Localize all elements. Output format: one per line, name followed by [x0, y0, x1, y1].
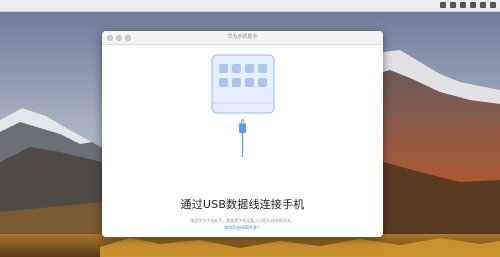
status-icon[interactable] [450, 2, 456, 8]
status-icon[interactable] [470, 2, 476, 8]
hdb-help-link[interactable]: 如何开启HDB开关？ [102, 225, 383, 230]
window-titlebar[interactable]: 华为手机助手 [102, 31, 383, 45]
menu-bar [0, 0, 500, 12]
app-window: 华为手机助手 通过USB数据线连接手机 使用华为手机助手，需要将手机设备上已经开… [102, 31, 383, 237]
usb-cable-icon [239, 119, 246, 157]
phone-usb-illustration [211, 54, 275, 157]
status-icon[interactable] [460, 2, 466, 8]
status-icon[interactable] [480, 2, 486, 8]
hdb-instruction-text: 使用华为手机助手，需要将手机设备上已经开启HDB开关。 [190, 218, 295, 223]
window-title: 华为手机助手 [227, 34, 258, 40]
menu-bar-status-icons [440, 2, 496, 8]
connect-instruction-title: 通过USB数据线连接手机 [180, 198, 305, 211]
phone-icon [211, 54, 275, 114]
status-icon[interactable] [440, 2, 446, 8]
status-icon[interactable] [490, 2, 496, 8]
